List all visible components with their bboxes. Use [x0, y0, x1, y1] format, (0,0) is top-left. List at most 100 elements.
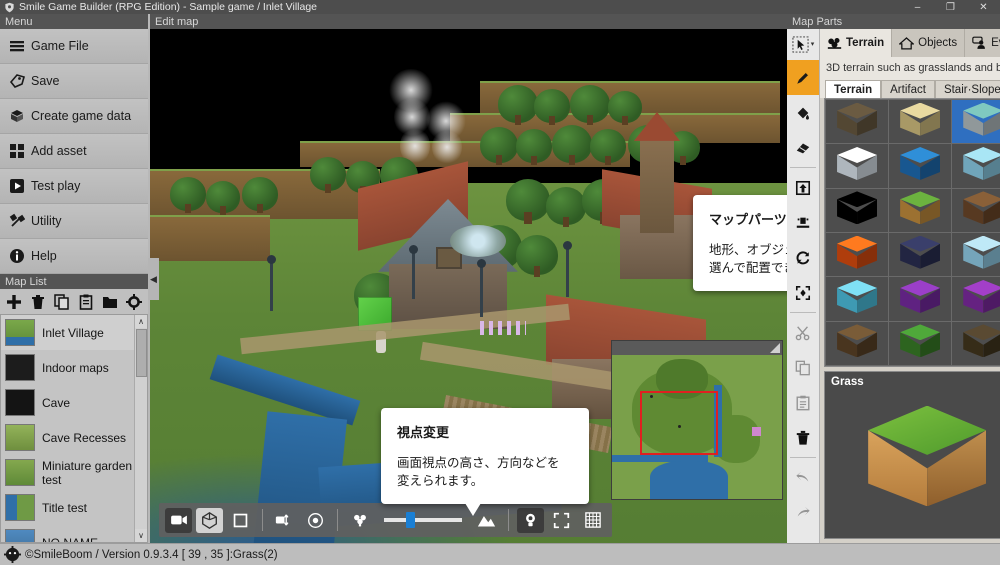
paste-map-button[interactable]	[77, 293, 94, 310]
map-name: Title test	[42, 500, 87, 515]
resize-tool[interactable]	[787, 275, 819, 310]
eraser-tool[interactable]	[787, 130, 819, 165]
tile-cube	[900, 279, 941, 318]
map-list-scrollbar[interactable]: ∧ ∨	[134, 315, 147, 542]
rotate-tool[interactable]	[787, 240, 819, 275]
camera-rotate-button[interactable]	[302, 508, 329, 533]
tree	[206, 181, 240, 215]
subtab-artifact[interactable]: Artifact	[881, 80, 935, 98]
tile-cube	[900, 146, 941, 185]
zoom-slider-knob[interactable]	[405, 512, 415, 528]
terrain-tile-cyan-crystal[interactable]	[826, 277, 889, 321]
maximize-button[interactable]: ❐	[934, 0, 967, 14]
terrain-tile-water[interactable]	[889, 144, 952, 188]
subtab-stair-slope[interactable]: Stair·Slope	[934, 80, 1000, 98]
tab-events[interactable]: Events	[965, 29, 1000, 57]
minimap-event-marker	[752, 427, 761, 436]
list-item[interactable]: Inlet Village	[1, 315, 147, 350]
map-name: Cave	[42, 395, 71, 410]
terrain-tile-light-ice[interactable]	[952, 232, 1000, 277]
menu-item-help[interactable]: Help	[0, 239, 148, 274]
terrain-tile-mossy-dirt[interactable]	[826, 321, 889, 365]
scroll-up-arrow[interactable]: ∧	[135, 315, 147, 328]
part-preview: Grass	[824, 371, 1000, 539]
raise-terrain-tool[interactable]	[787, 170, 819, 205]
fullscreen-button[interactable]	[548, 508, 575, 533]
map-thumbnail	[5, 389, 35, 416]
chevron-down-icon[interactable]: ▾	[811, 40, 815, 48]
menu-item-add-asset[interactable]: Add asset	[0, 134, 148, 169]
grass-cube-preview	[868, 405, 987, 518]
list-item[interactable]: NO NAME	[1, 525, 147, 542]
menu-item-save[interactable]: Save	[0, 64, 148, 99]
menu-item-create-game-data[interactable]: Create game data	[0, 99, 148, 134]
camera-height-button[interactable]	[271, 508, 298, 533]
minimap-canvas[interactable]	[612, 355, 782, 499]
undo-tool[interactable]	[787, 460, 819, 495]
tooltip-pointer	[465, 503, 481, 517]
minimap[interactable]	[611, 340, 783, 500]
scrollbar-thumb[interactable]	[136, 329, 147, 377]
camera-mode-button[interactable]	[165, 507, 192, 533]
tree	[310, 157, 346, 194]
map-viewport-3d[interactable]: マップパーツ 地形、オブジェクト、イベントを 選んで配置できます。 視点変更 画…	[150, 29, 787, 543]
scroll-down-arrow[interactable]: ∨	[135, 529, 147, 542]
terrain-tile-bush-green[interactable]	[889, 321, 952, 365]
menu-item-game-file[interactable]: Game File	[0, 29, 148, 64]
list-item[interactable]: Miniature garden test	[1, 455, 147, 490]
tab-objects[interactable]: Objects	[892, 29, 966, 57]
add-map-button[interactable]	[5, 293, 22, 310]
delete-tool[interactable]	[787, 420, 819, 455]
list-item[interactable]: Indoor maps	[1, 350, 147, 385]
terrain-tile-sand[interactable]	[889, 100, 952, 144]
list-item[interactable]: Title test	[1, 490, 147, 525]
terrain-tile-grass[interactable]	[889, 188, 952, 232]
panel-collapse-handle[interactable]: ◀	[148, 258, 159, 300]
minimap-viewport-rect[interactable]	[640, 391, 718, 455]
copy-tool[interactable]	[787, 350, 819, 385]
2d-view-button[interactable]	[227, 508, 254, 533]
list-item[interactable]: Cave Recesses	[1, 420, 147, 455]
terrain-tile-snow[interactable]	[826, 144, 889, 188]
tile-grid[interactable]	[825, 99, 1000, 366]
terrain-tile-magenta-block[interactable]	[952, 277, 1000, 321]
copy-map-button[interactable]	[53, 293, 70, 310]
paste-tool[interactable]	[787, 385, 819, 420]
tooltip-map-parts: マップパーツ 地形、オブジェクト、イベントを 選んで配置できます。	[693, 195, 787, 292]
terrain-tile-lava[interactable]	[826, 232, 889, 277]
terrain-tile-dirt-rock[interactable]	[826, 100, 889, 144]
chimney-smoke	[432, 129, 462, 165]
terrain-tile-snow-rock[interactable]	[952, 100, 1000, 144]
close-button[interactable]: ✕	[967, 0, 1000, 14]
status-text: ©SmileBoom / Version 0.9.3.4 [ 39 , 35 ]…	[25, 548, 278, 561]
minimap-header	[612, 341, 782, 355]
zoom-slider[interactable]	[384, 512, 462, 528]
pencil-tool[interactable]	[787, 60, 819, 95]
minimize-button[interactable]: –	[901, 0, 934, 14]
menu-item-test-play[interactable]: Test play	[0, 169, 148, 204]
delete-map-button[interactable]	[29, 293, 46, 310]
3d-view-button[interactable]	[196, 507, 223, 533]
cut-tool[interactable]	[787, 315, 819, 350]
terrain-tile-plank[interactable]	[952, 321, 1000, 365]
menu-label: Utility	[31, 214, 62, 228]
redo-tool[interactable]	[787, 495, 819, 530]
terrain-tile-brown-rock[interactable]	[952, 188, 1000, 232]
map-list[interactable]: Inlet Village Indoor maps Cave Cave Rece…	[0, 315, 148, 543]
terrain-tile-void-black[interactable]	[826, 188, 889, 232]
open-folder-button[interactable]	[101, 293, 118, 310]
terrain-tile-dark-wood[interactable]	[889, 232, 952, 277]
tab-terrain[interactable]: Terrain	[820, 29, 893, 57]
lower-terrain-tool[interactable]	[787, 205, 819, 240]
grid-toggle-button[interactable]	[579, 508, 606, 533]
terrain-tile-purple-block[interactable]	[889, 277, 952, 321]
map-settings-button[interactable]	[125, 293, 142, 310]
light-toggle-button[interactable]	[517, 507, 544, 533]
select-tool[interactable]: ▾	[787, 31, 819, 57]
minimap-resize-grip[interactable]	[770, 343, 780, 353]
terrain-tile-ice[interactable]	[952, 144, 1000, 188]
subtab-terrain[interactable]: Terrain	[825, 80, 882, 98]
list-item[interactable]: Cave	[1, 385, 147, 420]
menu-item-utility[interactable]: Utility	[0, 204, 148, 239]
paint-bucket-tool[interactable]	[787, 95, 819, 130]
